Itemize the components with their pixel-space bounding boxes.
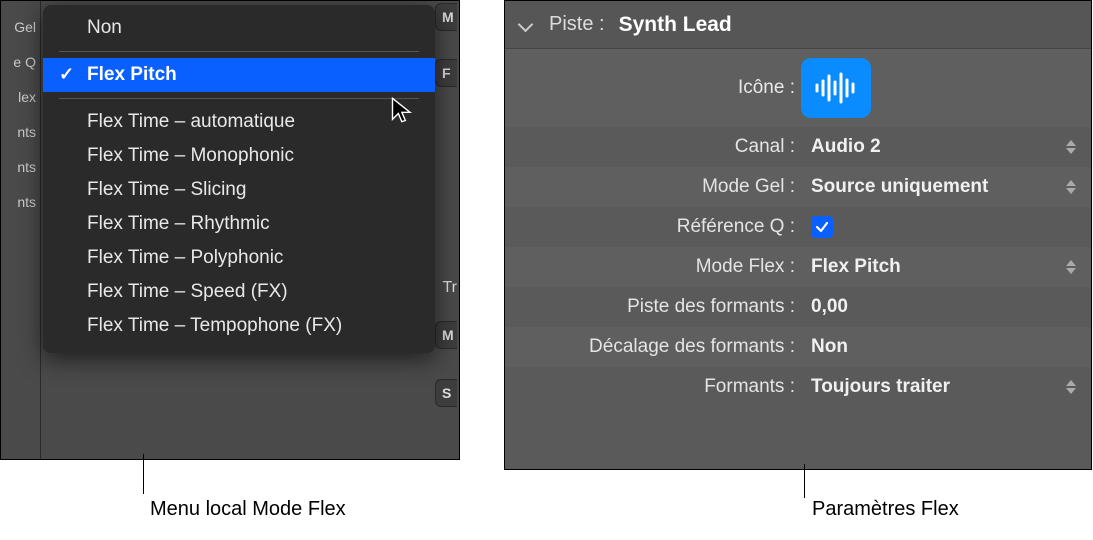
track-inspector-panel: Piste : Synth Lead Icône : Canal : Audio… — [504, 0, 1092, 470]
caption-flex-params: Paramètres Flex — [812, 498, 959, 521]
truncated-button[interactable]: M — [435, 3, 457, 31]
row-mode-flex[interactable]: Mode Flex : Flex Pitch — [505, 247, 1091, 287]
truncated-button[interactable]: S — [435, 379, 457, 407]
track-icon-button[interactable] — [801, 58, 871, 118]
checkbox-reference-q[interactable] — [811, 216, 833, 238]
flex-mode-popup-panel: Gel e Q lex nts nts nts M F M S Tr Non ✓… — [0, 0, 460, 460]
label: Décalage des formants : — [505, 336, 801, 358]
sidebar-fragment: Gel — [1, 9, 40, 44]
background-label: Tr — [442, 279, 457, 297]
track-header[interactable]: Piste : Synth Lead — [505, 1, 1091, 49]
label: Mode Gel : — [505, 176, 801, 198]
label: Référence Q : — [505, 216, 801, 238]
sidebar-fragment: lex — [1, 79, 40, 114]
stepper[interactable] — [1061, 174, 1081, 200]
disclosure-chevron-icon[interactable] — [517, 16, 535, 34]
truncated-button[interactable]: F — [435, 59, 457, 87]
menu-item[interactable]: Flex Time – Speed (FX) — [43, 275, 435, 309]
label: Piste des formants : — [505, 296, 801, 318]
sidebar-fragment: nts — [1, 184, 40, 219]
checkmark-icon: ✓ — [59, 64, 74, 85]
stepper[interactable] — [1061, 134, 1081, 160]
truncated-button[interactable]: M — [435, 321, 457, 349]
row-icon: Icône : — [505, 49, 1091, 127]
right-truncated-buttons: M F M S — [435, 1, 459, 459]
menu-item[interactable]: Flex Time – Rhythmic — [43, 207, 435, 241]
menu-item-label: Flex Pitch — [87, 64, 177, 85]
row-formants[interactable]: Formants : Toujours traiter — [505, 367, 1091, 407]
row-piste-formants[interactable]: Piste des formants : 0,00 — [505, 287, 1091, 327]
row-decalage-formants[interactable]: Décalage des formants : Non — [505, 327, 1091, 367]
menu-separator — [59, 98, 419, 99]
check-icon — [815, 220, 829, 234]
menu-item-non[interactable]: Non — [43, 11, 435, 45]
left-truncated-sidebar: Gel e Q lex nts nts nts — [1, 1, 41, 459]
label-icon: Icône : — [505, 77, 801, 99]
stepper[interactable] — [1061, 374, 1081, 400]
sidebar-fragment: nts — [1, 149, 40, 184]
value: Audio 2 — [801, 136, 881, 158]
track-header-key: Piste : — [549, 13, 605, 36]
value: Toujours traiter — [801, 376, 950, 398]
waveform-icon — [813, 72, 859, 104]
menu-item[interactable]: Flex Time – Tempophone (FX) — [43, 309, 435, 343]
sidebar-fragment: e Q — [1, 44, 40, 79]
menu-item[interactable]: Flex Time – Monophonic — [43, 139, 435, 173]
label: Formants : — [505, 376, 801, 398]
caption-flex-menu: Menu local Mode Flex — [150, 498, 346, 521]
menu-separator — [59, 51, 419, 52]
row-reference-q[interactable]: Référence Q : — [505, 207, 1091, 247]
sidebar-fragment: nts — [1, 114, 40, 149]
stepper[interactable] — [1061, 254, 1081, 280]
row-mode-gel[interactable]: Mode Gel : Source uniquement — [505, 167, 1091, 207]
value: Non — [801, 336, 848, 358]
callout-line — [804, 464, 805, 498]
menu-item[interactable]: Flex Time – Polyphonic — [43, 241, 435, 275]
label: Mode Flex : — [505, 256, 801, 278]
value: Flex Pitch — [801, 256, 901, 278]
callout-line — [143, 454, 144, 494]
label: Canal : — [505, 136, 801, 158]
row-canal[interactable]: Canal : Audio 2 — [505, 127, 1091, 167]
menu-item[interactable]: Flex Time – Slicing — [43, 173, 435, 207]
menu-item-flex-pitch[interactable]: ✓ Flex Pitch — [43, 58, 435, 92]
value: Source uniquement — [801, 176, 988, 198]
menu-item[interactable]: Flex Time – automatique — [43, 105, 435, 139]
flex-mode-popup-menu[interactable]: Non ✓ Flex Pitch Flex Time – automatique… — [43, 5, 435, 353]
value: 0,00 — [801, 296, 848, 318]
track-header-value: Synth Lead — [619, 13, 732, 37]
